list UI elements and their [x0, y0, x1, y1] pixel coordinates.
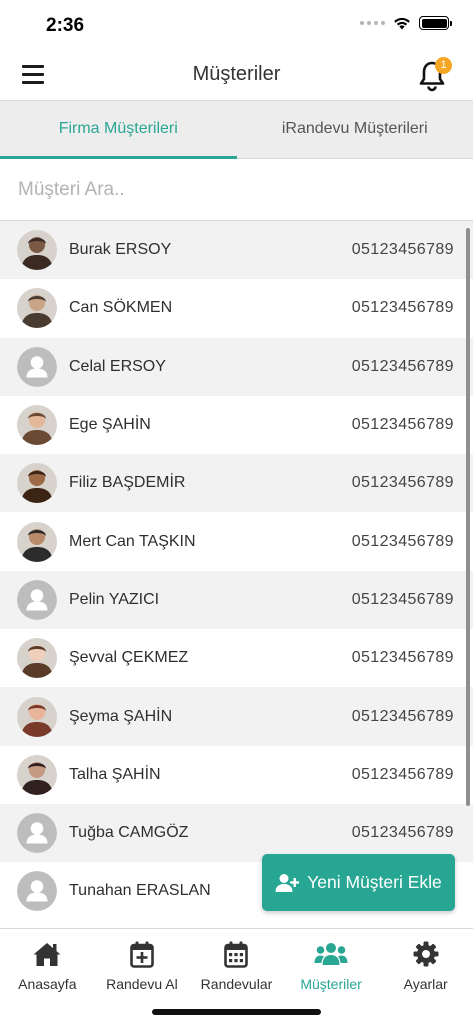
default-avatar-icon: [17, 579, 57, 620]
customer-name: Talha ŞAHİN: [69, 765, 161, 783]
add-customer-label: Yeni Müşteri Ekle: [307, 872, 442, 892]
status-indicators: [360, 16, 452, 30]
nav-label-randevular: Randevular: [200, 976, 273, 992]
customer-avatar: [17, 288, 57, 329]
nav-label-ayarlar: Ayarlar: [403, 976, 448, 992]
customer-name: Can SÖKMEN: [69, 299, 173, 317]
customer-avatar: [17, 521, 57, 562]
page-title: Müşteriler: [192, 63, 281, 85]
calendar-plus-icon: [130, 941, 154, 968]
notifications-button[interactable]: 1: [417, 57, 452, 92]
add-customer-button[interactable]: Yeni Müşteri Ekle: [262, 854, 455, 911]
customer-name: Filiz BAŞDEMİR: [69, 474, 186, 492]
customer-row[interactable]: Mert Can TAŞKIN 05123456789: [0, 512, 473, 571]
users-icon: [314, 943, 348, 965]
battery-icon: [419, 16, 452, 30]
nav-item-ayarlar[interactable]: Ayarlar: [378, 929, 473, 1024]
nav-label-anasayfa: Anasayfa: [18, 976, 77, 992]
calendar-icon: [224, 941, 249, 968]
customer-phone: 05123456789: [351, 649, 454, 667]
customer-name: Mert Can TAŞKIN: [69, 532, 196, 550]
customer-name: Tuğba CAMGÖZ: [69, 824, 189, 842]
status-bar: 2:36: [0, 0, 473, 50]
nav-label-randevu-al: Randevu Al: [106, 976, 178, 992]
list-scrollbar[interactable]: [466, 228, 470, 806]
customer-name: Şeyma ŞAHİN: [69, 707, 173, 725]
signal-icon: [360, 21, 385, 25]
customer-row[interactable]: Celal ERSOY 05123456789: [0, 337, 473, 396]
user-plus-icon: [275, 873, 300, 892]
customer-name: Celal ERSOY: [69, 357, 166, 375]
customer-list: Burak ERSOY 05123456789 Can SÖKMEN 05123456…: [0, 221, 473, 928]
default-avatar-icon: [17, 346, 57, 387]
customer-avatar: [17, 754, 57, 795]
customer-name: Şevval ÇEKMEZ: [69, 649, 189, 667]
customer-phone: 05123456789: [351, 590, 454, 608]
customer-phone: 05123456789: [351, 765, 454, 783]
customer-phone: 05123456789: [351, 532, 454, 550]
customer-name: Ege ŞAHİN: [69, 416, 151, 434]
customer-row[interactable]: Burak ERSOY 05123456789: [0, 221, 473, 280]
customer-name: Burak ERSOY: [69, 241, 172, 259]
customer-phone: 05123456789: [351, 707, 454, 725]
customer-row[interactable]: Can SÖKMEN 05123456789: [0, 279, 473, 338]
gear-icon: [413, 941, 439, 967]
customer-avatar: [17, 463, 57, 504]
customer-row[interactable]: Talha ŞAHİN 05123456789: [0, 745, 473, 804]
default-avatar-icon: [17, 813, 57, 854]
home-icon: [33, 943, 61, 966]
customer-row[interactable]: Ege ŞAHİN 05123456789: [0, 395, 473, 455]
customer-name: Pelin YAZICI: [69, 590, 160, 608]
customer-phone: 05123456789: [351, 357, 454, 375]
customer-row[interactable]: Pelin YAZICI 05123456789: [0, 570, 473, 630]
customer-phone: 05123456789: [351, 824, 454, 842]
tab-firma-musterileri[interactable]: Firma Müşterileri: [0, 101, 237, 159]
customer-search-input[interactable]: [0, 159, 473, 220]
nav-item-anasayfa[interactable]: Anasayfa: [0, 929, 95, 1024]
customer-phone: 05123456789: [351, 416, 454, 434]
customer-phone: 05123456789: [351, 474, 454, 492]
customer-avatar: [17, 638, 57, 679]
customer-row[interactable]: Şevval ÇEKMEZ 05123456789: [0, 629, 473, 688]
customer-tabs: Firma Müşterileri iRandevu Müşterileri: [0, 101, 473, 159]
tab-irandevu-musterileri[interactable]: iRandevu Müşterileri: [237, 101, 473, 158]
nav-label-musteriler: Müşteriler: [300, 976, 362, 992]
customer-row[interactable]: Şeyma ŞAHİN 05123456789: [0, 687, 473, 746]
customer-avatar: [17, 405, 57, 446]
customer-row[interactable]: Filiz BAŞDEMİR 05123456789: [0, 454, 473, 513]
customer-avatar: [17, 230, 57, 271]
customer-phone: 05123456789: [351, 241, 454, 259]
app-header: Müşteriler 1: [0, 50, 473, 101]
wifi-icon: [394, 17, 410, 30]
search-bar: [0, 159, 473, 221]
notification-badge: 1: [435, 57, 452, 74]
customer-phone: 05123456789: [351, 299, 454, 317]
status-time: 2:36: [46, 15, 85, 36]
home-indicator: [152, 1009, 321, 1015]
customer-avatar: [17, 696, 57, 737]
default-avatar-icon: [17, 871, 57, 912]
